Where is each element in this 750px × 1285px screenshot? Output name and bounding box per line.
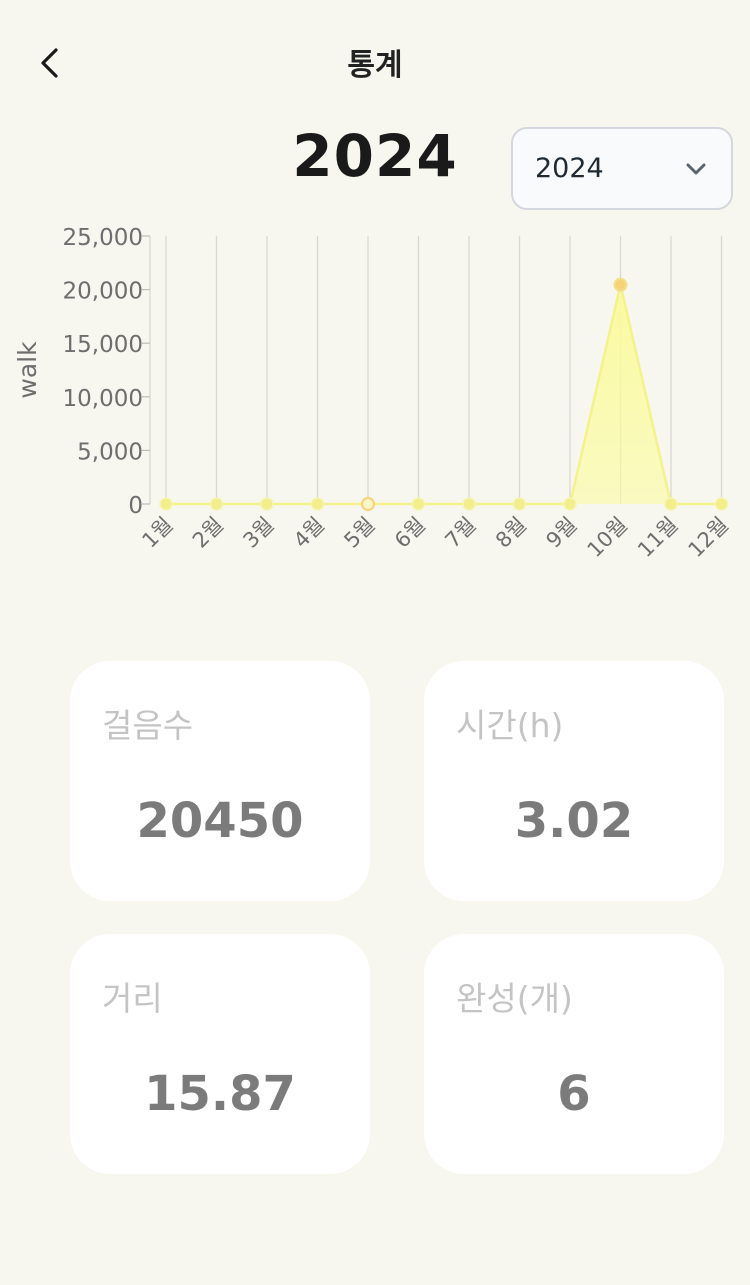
- year-select-value: 2024: [535, 153, 604, 184]
- x-tick-label: 5월: [339, 513, 379, 553]
- time-label: 시간(h): [456, 706, 564, 745]
- completed-label: 완성(개): [456, 979, 573, 1018]
- chart-svg: 0 5,000 10,000 15,000 20,000 25,000 walk 1월 2월 3월…: [13, 225, 734, 563]
- x-tick-label: 8월: [491, 513, 531, 553]
- year-select[interactable]: 2024: [511, 127, 733, 210]
- monthly-walk-chart: 0 5,000 10,000 15,000 20,000 25,000 walk 1월 2월 3월…: [0, 220, 750, 600]
- x-tick-label: 11월: [633, 513, 683, 563]
- data-point: [563, 497, 577, 511]
- x-tick-label: 4월: [289, 513, 329, 553]
- chevron-down-icon: [686, 163, 706, 174]
- x-tick-label: 12월: [684, 513, 734, 563]
- distance-card: 거리 15.87: [70, 934, 370, 1174]
- y-tick-label: 5,000: [77, 439, 143, 465]
- data-point: [159, 497, 173, 511]
- data-point: [512, 497, 527, 511]
- steps-value: 20450: [136, 793, 304, 849]
- header: 통계: [0, 0, 750, 120]
- y-tick-label: 20,000: [63, 279, 143, 305]
- x-tick-label: 10월: [583, 513, 633, 563]
- steps-card: 걸음수 20450: [70, 661, 370, 901]
- x-tick-label: 3월: [238, 513, 278, 553]
- data-point: [613, 277, 628, 292]
- data-point: [714, 497, 729, 511]
- year-heading: 2024: [292, 122, 458, 190]
- completed-card: 완성(개) 6: [424, 934, 724, 1174]
- completed-value: 6: [557, 1066, 591, 1122]
- data-point: [209, 497, 224, 511]
- x-tick-label: 7월: [440, 513, 480, 553]
- series-area: [166, 284, 722, 504]
- y-tick-label: 25,000: [63, 225, 143, 251]
- y-axis-label: walk: [13, 341, 42, 399]
- data-point: [260, 497, 274, 511]
- time-value: 3.02: [514, 793, 634, 849]
- y-tick-label: 15,000: [63, 332, 143, 358]
- x-tick-label: 2월: [188, 513, 228, 553]
- data-point: [664, 497, 678, 511]
- data-point: [361, 497, 375, 511]
- steps-label: 걸음수: [102, 706, 194, 745]
- y-tick-label: 0: [128, 493, 143, 519]
- data-point: [411, 497, 426, 511]
- data-point: [310, 497, 325, 511]
- distance-label: 거리: [102, 979, 163, 1018]
- x-tick-label: 6월: [390, 513, 430, 553]
- y-tick-label: 10,000: [63, 386, 143, 412]
- distance-value: 15.87: [144, 1066, 296, 1122]
- data-point: [462, 497, 476, 511]
- x-tick-label: 1월: [137, 513, 177, 553]
- x-tick-label: 9월: [541, 513, 581, 553]
- time-card: 시간(h) 3.02: [424, 661, 724, 901]
- page-title: 통계: [347, 48, 403, 83]
